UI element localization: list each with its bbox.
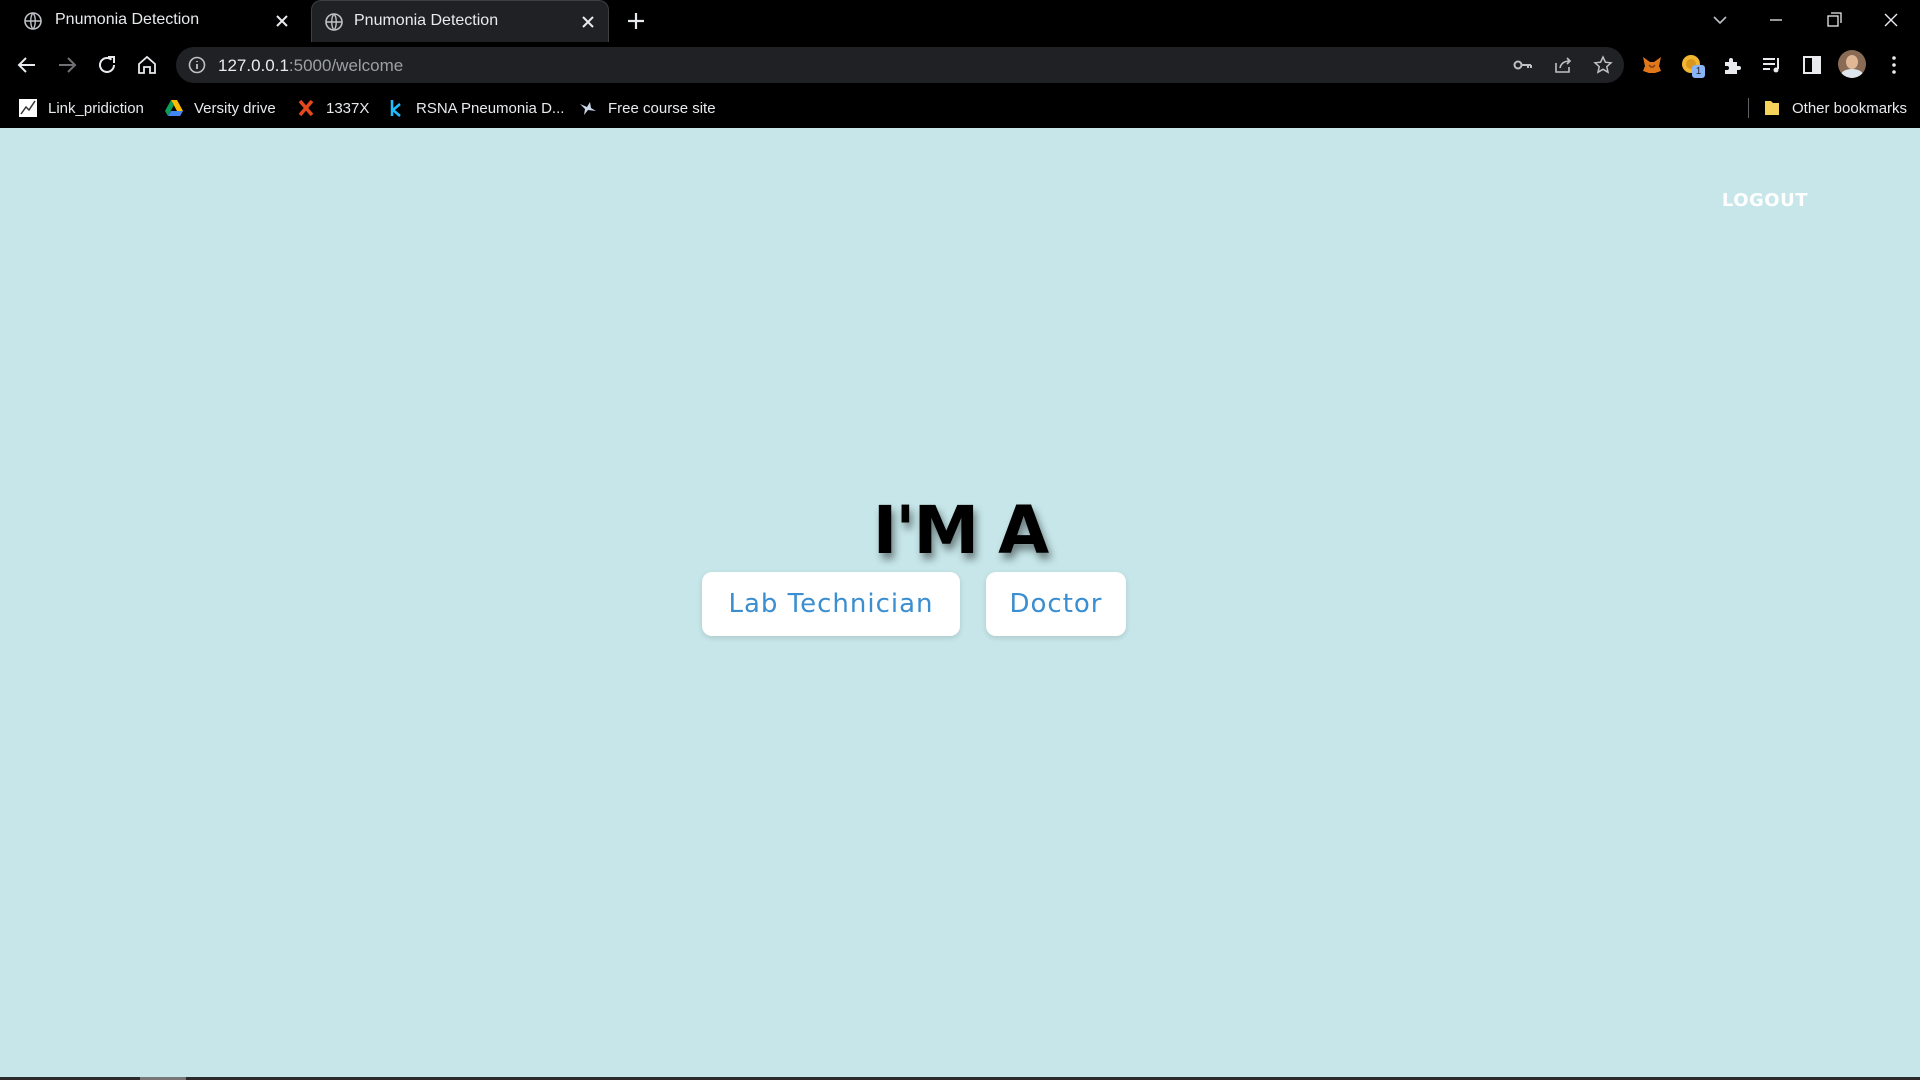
- welcome-page: LOGOUT I'M A Lab Technician Doctor: [0, 128, 1920, 1080]
- close-icon[interactable]: [272, 11, 292, 31]
- kaggle-icon: [390, 100, 401, 117]
- extension-badge: 1: [1692, 65, 1705, 78]
- bookmark-rsna-pneumonia[interactable]: RSNA Pneumonia D...: [386, 96, 564, 120]
- bookmark-star-icon[interactable]: [1592, 54, 1614, 76]
- doctor-button[interactable]: Doctor: [986, 572, 1126, 636]
- bookmark-label: Versity drive: [194, 99, 276, 117]
- restore-icon[interactable]: [1818, 6, 1850, 34]
- share-icon[interactable]: [1552, 54, 1574, 76]
- other-bookmarks-label: Other bookmarks: [1792, 99, 1908, 117]
- bookmark-label: Link_pridiction: [48, 99, 144, 117]
- bookmark-link-pridiction[interactable]: Link_pridiction: [18, 96, 144, 120]
- media-queue-icon[interactable]: [1760, 53, 1784, 77]
- window-close-icon[interactable]: [1875, 6, 1907, 34]
- side-panel-icon[interactable]: [1800, 53, 1824, 77]
- new-tab-plus-icon[interactable]: [624, 9, 648, 33]
- minimize-icon[interactable]: [1760, 6, 1792, 34]
- url-host: 127.0.0.1: [218, 56, 289, 75]
- tab-1[interactable]: Pnumonia Detection: [0, 0, 304, 42]
- home-icon[interactable]: [135, 53, 159, 77]
- logout-link[interactable]: LOGOUT: [1722, 190, 1808, 211]
- extension-coin-icon[interactable]: 1: [1680, 53, 1705, 78]
- bird-icon: [580, 102, 596, 115]
- bookmarks-bar: Link_pridiction Versity drive 1337X RSNA…: [0, 88, 1920, 128]
- tab-title: Pnumonia Detection: [354, 12, 499, 29]
- url-text: 127.0.0.1:5000/welcome: [218, 56, 403, 76]
- address-bar[interactable]: 127.0.0.1:5000/welcome: [176, 47, 1624, 83]
- tab-strip: Pnumonia Detection Pnumonia Detection: [0, 0, 1920, 42]
- back-arrow-icon[interactable]: [15, 53, 39, 77]
- x-icon: [298, 99, 314, 117]
- avatar-face: [1846, 55, 1858, 69]
- puzzle-extensions-icon[interactable]: [1720, 53, 1744, 77]
- reload-icon[interactable]: [95, 53, 119, 77]
- bookmark-label: Free course site: [608, 99, 716, 117]
- tab-search-chevron-icon[interactable]: [1704, 6, 1736, 34]
- lab-technician-button[interactable]: Lab Technician: [702, 572, 960, 636]
- bookmarks-divider: [1748, 98, 1749, 118]
- folder-icon: [1765, 101, 1779, 115]
- globe-icon: [325, 13, 343, 31]
- bookmark-label: RSNA Pneumonia D...: [416, 99, 565, 117]
- kebab-menu-icon[interactable]: [1882, 53, 1906, 77]
- globe-icon: [24, 12, 42, 30]
- avatar-shoulders: [1841, 69, 1863, 78]
- bookmark-versity-drive[interactable]: Versity drive: [164, 96, 276, 120]
- other-bookmarks[interactable]: Other bookmarks: [1762, 96, 1907, 120]
- tab-title: Pnumonia Detection: [55, 11, 200, 28]
- url-path: :5000/welcome: [288, 56, 404, 75]
- tab-2-active[interactable]: Pnumonia Detection: [311, 0, 609, 42]
- bookmark-label: 1337X: [326, 99, 370, 117]
- bookmark-free-course-site[interactable]: Free course site: [578, 96, 716, 120]
- bookmark-1337x[interactable]: 1337X: [296, 96, 369, 120]
- google-drive-icon: [165, 100, 183, 116]
- metamask-fox-icon[interactable]: [1640, 53, 1664, 77]
- chart-icon: [19, 99, 37, 117]
- page-heading: I'M A: [872, 492, 1050, 569]
- forward-arrow-icon[interactable]: [55, 53, 79, 77]
- browser-toolbar: 127.0.0.1:5000/welcome 1: [0, 42, 1920, 88]
- info-icon[interactable]: [186, 54, 208, 76]
- close-icon[interactable]: [578, 12, 598, 32]
- key-icon[interactable]: [1512, 54, 1534, 76]
- profile-avatar[interactable]: [1838, 50, 1866, 78]
